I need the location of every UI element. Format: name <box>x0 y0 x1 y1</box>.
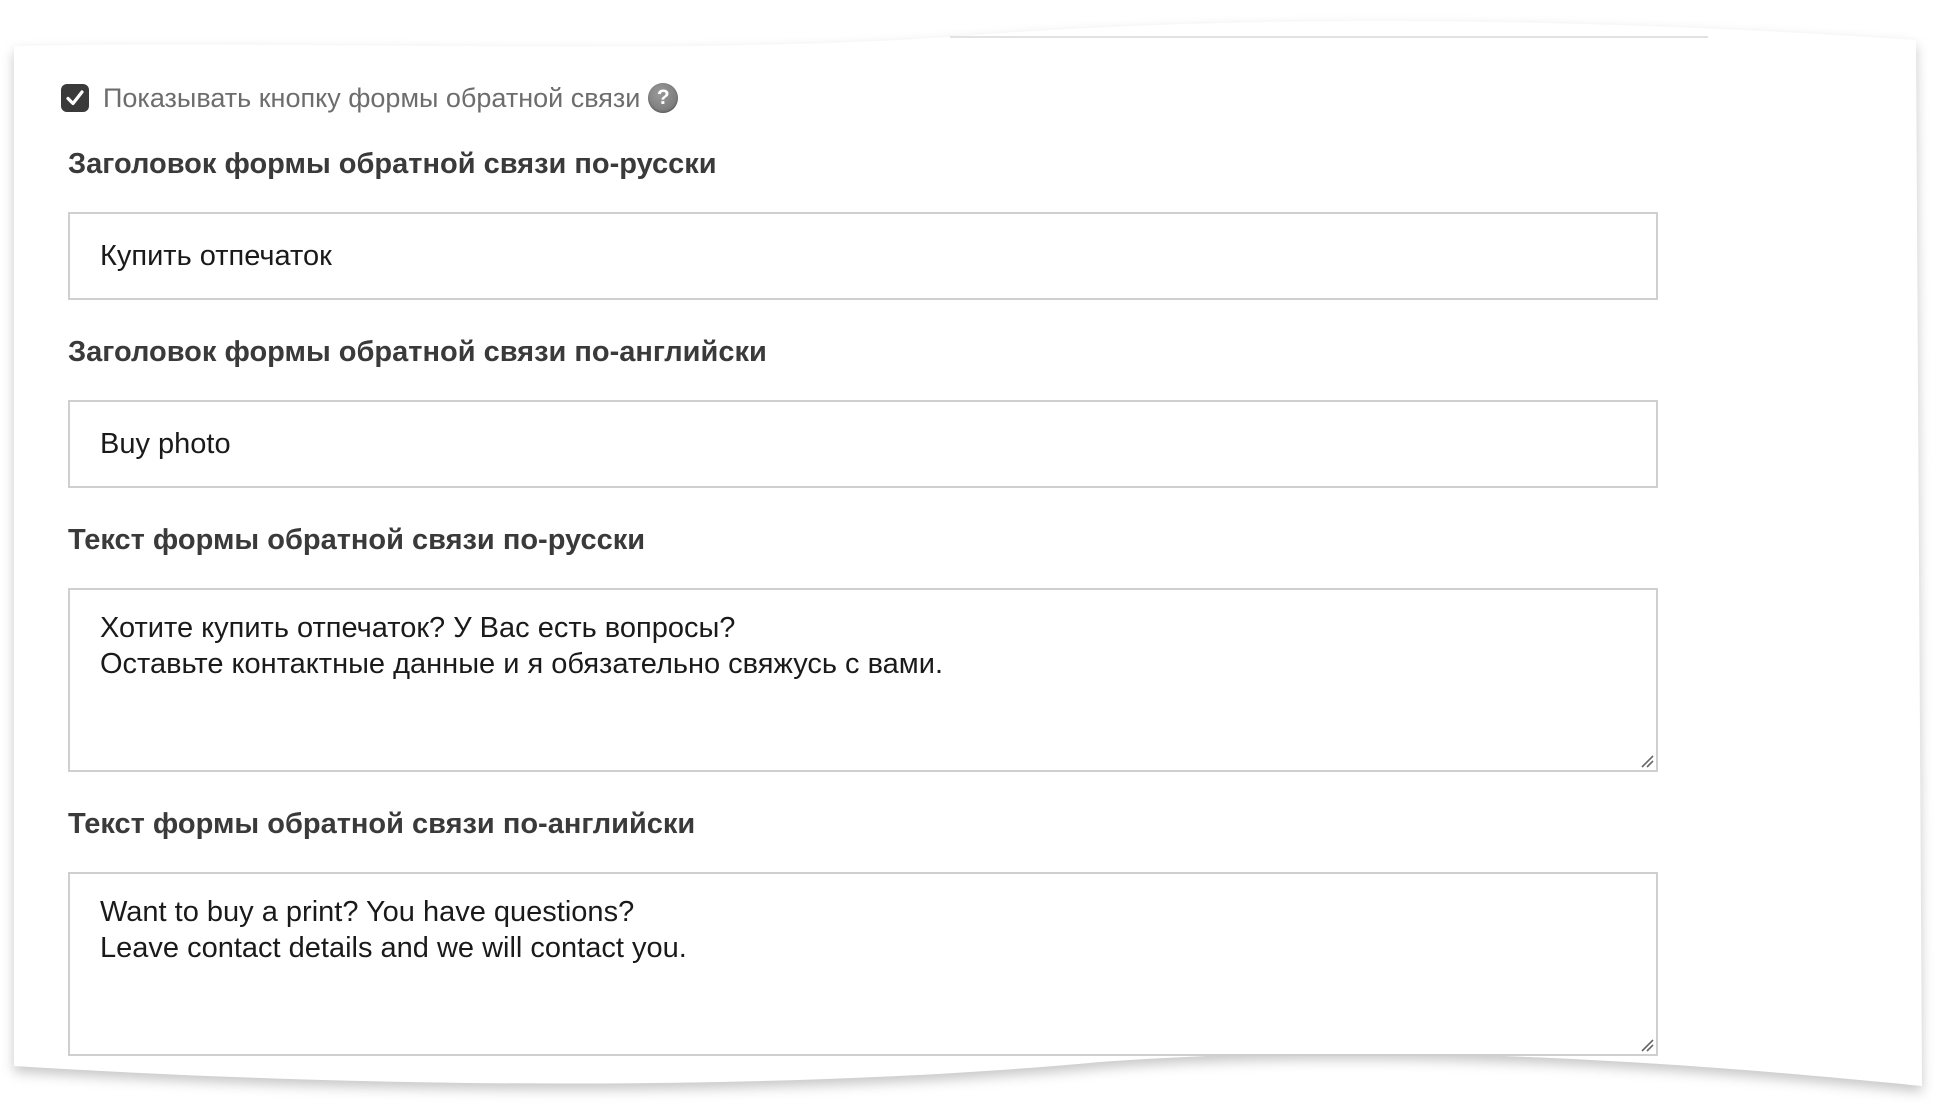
title-ru-label: Заголовок формы обратной связи по-русски <box>68 148 717 180</box>
text-en-textarea[interactable]: Want to buy a print? You have questions?… <box>68 872 1658 1056</box>
title-ru-input[interactable]: Купить отпечаток <box>68 212 1658 300</box>
text-en-line-1: Want to buy a print? You have questions? <box>100 896 635 928</box>
title-en-value: Buy photo <box>100 427 231 460</box>
title-ru-value: Купить отпечаток <box>100 239 332 272</box>
title-en-label: Заголовок формы обратной связи по-англий… <box>68 336 767 368</box>
text-ru-line-2: Оставьте контактные данные и я обязатель… <box>100 648 943 680</box>
resize-handle-icon[interactable] <box>1640 1038 1654 1052</box>
text-ru-line-1: Хотите купить отпечаток? У Вас есть вопр… <box>100 612 736 644</box>
text-ru-label: Текст формы обратной связи по-русски <box>68 524 646 556</box>
text-en-line-2: Leave contact details and we will contac… <box>100 932 687 964</box>
show-feedback-button-checkbox[interactable] <box>61 84 89 112</box>
text-en-label: Текст формы обратной связи по-английски <box>68 808 696 840</box>
help-icon[interactable]: ? <box>648 83 679 113</box>
title-en-input[interactable]: Buy photo <box>68 400 1658 488</box>
checkmark-icon <box>66 90 84 106</box>
resize-handle-icon[interactable] <box>1640 754 1654 768</box>
screenshot-stage: Показывать кнопку формы обратной связи ?… <box>0 0 1936 1116</box>
show-feedback-button-label[interactable]: Показывать кнопку формы обратной связи <box>103 83 640 114</box>
show-feedback-button-row: Показывать кнопку формы обратной связи ? <box>61 80 679 116</box>
text-ru-textarea[interactable]: Хотите купить отпечаток? У Вас есть вопр… <box>68 588 1658 772</box>
